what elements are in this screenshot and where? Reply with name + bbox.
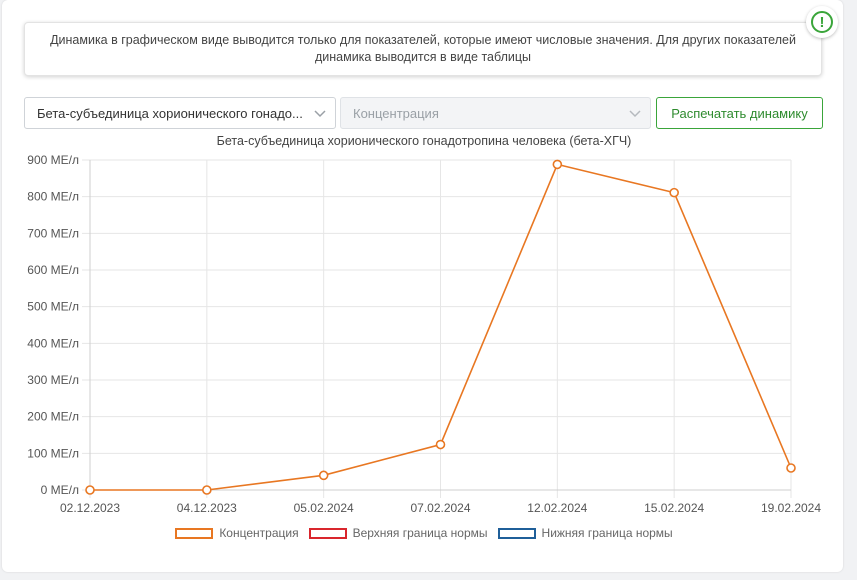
legend-swatch: [497, 527, 536, 539]
x-tick-label: 07.02.2024: [410, 501, 470, 515]
chart-legend: Концентрация Верхняя граница нормы Нижняя …: [0, 526, 848, 540]
y-tick-label: 100 МЕ/л: [27, 446, 79, 460]
indicator-select[interactable]: Бета-субъединица хорионического гонадо..…: [24, 97, 336, 129]
data-point: [786, 463, 796, 473]
indicator-select-value: Бета-субъединица хорионического гонадо..…: [37, 105, 303, 121]
legend-label: Верхняя граница нормы: [352, 526, 488, 540]
data-point: [202, 485, 212, 495]
data-point: [85, 485, 95, 495]
legend-item[interactable]: Нижняя граница нормы: [497, 526, 673, 540]
legend-item[interactable]: Верхняя граница нормы: [308, 526, 488, 540]
legend-item[interactable]: Концентрация: [175, 526, 299, 540]
x-tick-label: 05.02.2024: [294, 501, 354, 515]
y-tick-label: 500 МЕ/л: [27, 300, 79, 314]
legend-label: Концентрация: [219, 526, 299, 540]
x-tick-label: 12.02.2024: [527, 501, 587, 515]
metric-select-placeholder: Концентрация: [353, 105, 439, 121]
y-tick-label: 900 МЕ/л: [27, 153, 79, 167]
y-tick-label: 700 МЕ/л: [27, 226, 79, 240]
legend-swatch: [175, 527, 214, 539]
y-tick-label: 400 МЕ/л: [27, 336, 79, 350]
y-tick-label: 200 МЕ/л: [27, 410, 79, 424]
data-point: [435, 439, 446, 450]
legend-label: Нижняя граница нормы: [541, 526, 673, 540]
y-tick-label: 0 МЕ/л: [41, 483, 79, 497]
data-point: [669, 187, 679, 198]
info-notice: Динамика в графическом виде выводится то…: [24, 22, 822, 76]
data-point: [552, 159, 563, 170]
x-tick-label: 19.02.2024: [761, 501, 821, 515]
chevron-down-icon: [314, 110, 326, 118]
y-tick-label: 300 МЕ/л: [27, 373, 79, 387]
exclamation-circle-icon[interactable]: !: [806, 6, 838, 38]
legend-swatch: [308, 527, 347, 539]
x-tick-label: 04.12.2023: [177, 501, 237, 515]
data-point: [318, 470, 329, 481]
y-tick-label: 600 МЕ/л: [27, 263, 79, 277]
y-tick-label: 800 МЕ/л: [27, 190, 79, 204]
x-tick-label: 15.02.2024: [644, 501, 704, 515]
notice-text: Динамика в графическом виде выводится то…: [50, 33, 796, 64]
line-chart: 0 МЕ/л 100 МЕ/л 200 МЕ/л 300 МЕ/л 400 МЕ/л 50…: [27, 153, 821, 515]
metric-select[interactable]: Концентрация: [340, 97, 651, 129]
print-dynamics-button[interactable]: Распечатать динамику: [656, 97, 823, 129]
chart-title: Бета-субъединица хорионического гонадотр…: [216, 134, 632, 148]
chevron-down-icon: [629, 110, 641, 118]
exclamation-mark: !: [811, 11, 833, 33]
x-tick-label: 02.12.2023: [60, 501, 120, 515]
